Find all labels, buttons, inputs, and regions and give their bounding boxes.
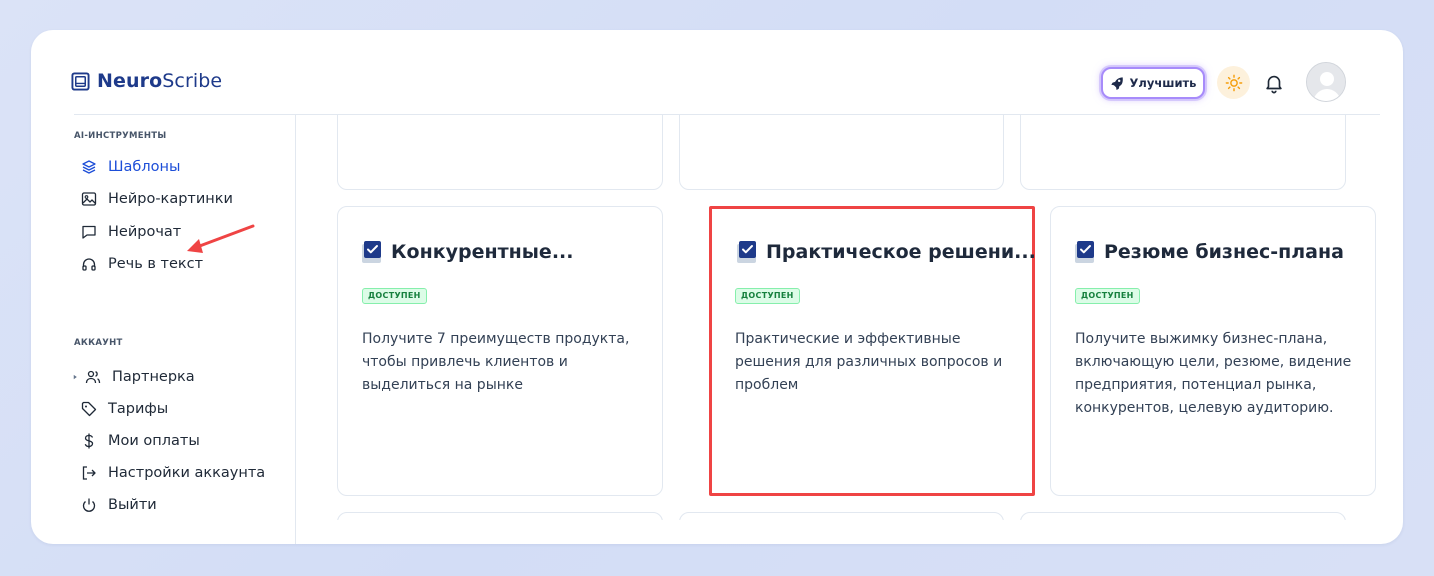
power-icon [82,498,96,512]
sidebar-item-label: Партнерка [112,369,195,385]
theme-toggle-button[interactable] [1217,66,1250,99]
logo[interactable]: NeuroScribe [71,70,222,92]
sidebar-item-account-settings[interactable]: Настройки аккаунта [81,465,265,481]
card-header: Конкурентные... [361,240,573,264]
sidebar-item-label: Нейро-картинки [108,191,233,207]
logo-text: NeuroScribe [97,70,223,92]
image-icon [81,192,97,206]
template-card-business-plan[interactable]: Резюме бизнес-плана ДОСТУПЕН Получите вы… [1050,206,1376,496]
template-card-partial-top[interactable] [337,115,663,190]
sidebar-item-my-payments[interactable]: Мои оплаты [81,433,200,449]
sidebar-item-label: Настройки аккаунта [108,465,266,481]
tag-icon [81,401,97,417]
status-badge: ДОСТУПЕН [362,288,427,304]
rocket-icon [1110,77,1123,90]
layers-icon [82,160,96,174]
card-header: Практическое решени... [736,240,1036,264]
template-card-partial-bottom[interactable] [679,512,1004,520]
template-card-partial-bottom[interactable] [1020,512,1346,520]
sidebar-item-logout[interactable]: Выйти [81,497,157,513]
card-description: Получите 7 преимуществ продукта, чтобы п… [362,331,630,393]
app-window: NeuroScribe Улучшить AI-ИНСТРУМЕНТЫ Шабл… [31,30,1403,544]
template-card-partial-bottom[interactable] [337,512,663,520]
sun-icon [1225,74,1242,91]
annotation-arrow [187,224,255,253]
card-title: Практическое решени... [766,241,1036,263]
section-label-ai-tools: AI-ИНСТРУМЕНТЫ [74,131,167,141]
user-icon [1307,63,1345,101]
template-card-partial-top[interactable] [679,115,1004,190]
sidebar-item-tariffs[interactable]: Тарифы [81,401,168,417]
sidebar-item-partners[interactable]: Партнерка [72,369,195,385]
checkbox-icon [737,241,756,263]
checkbox-icon [362,241,381,263]
upgrade-label: Улучшить [1129,76,1197,90]
bell-icon[interactable] [1263,72,1285,94]
sidebar-item-label: Шаблоны [108,159,181,175]
section-label-account: АККАУНТ [74,338,123,348]
logo-icon [71,71,90,91]
card-description: Получите выжимку бизнес-плана, включающу… [1075,331,1352,416]
sidebar-item-label: Тарифы [108,401,169,417]
chat-icon [82,225,96,239]
sidebar-item-label: Нейрочат [108,224,182,240]
sidebar-item-neuro-images[interactable]: Нейро-картинки [81,191,233,207]
template-card-practical-solution[interactable]: Практическое решени... ДОСТУПЕН Практиче… [709,206,1036,496]
card-title: Резюме бизнес-плана [1104,241,1344,263]
checkbox-icon [1075,241,1094,263]
template-card-partial-top[interactable] [1020,115,1346,190]
card-header: Резюме бизнес-плана [1074,240,1344,264]
upgrade-button[interactable]: Улучшить [1101,67,1205,99]
sidebar: AI-ИНСТРУМЕНТЫ Шаблоны Нейро-картинки Не… [31,115,296,544]
template-card-competitive[interactable]: Конкурентные... ДОСТУПЕН Получите 7 преи… [337,206,663,496]
status-badge: ДОСТУПЕН [1075,288,1140,304]
dollar-icon [84,433,94,449]
sidebar-item-label: Речь в текст [108,256,204,272]
sidebar-item-label: Мои оплаты [108,433,200,449]
caret-right-icon [73,374,77,380]
sidebar-item-label: Выйти [108,497,157,513]
sidebar-item-templates[interactable]: Шаблоны [81,159,180,175]
users-icon [85,370,101,384]
card-title: Конкурентные... [391,241,574,263]
templates-grid: Конкурентные... ДОСТУПЕН Получите 7 преи… [297,115,1403,520]
top-header: NeuroScribe Улучшить [31,30,1403,115]
headphones-icon [82,258,96,271]
status-badge: ДОСТУПЕН [735,288,800,304]
card-description: Практические и эффективные решения для р… [735,331,1003,393]
avatar[interactable] [1306,62,1346,102]
sidebar-item-neurochat[interactable]: Нейрочат [81,224,181,240]
sidebar-item-speech-to-text[interactable]: Речь в текст [81,256,203,272]
logout-arrow-icon [82,466,96,480]
